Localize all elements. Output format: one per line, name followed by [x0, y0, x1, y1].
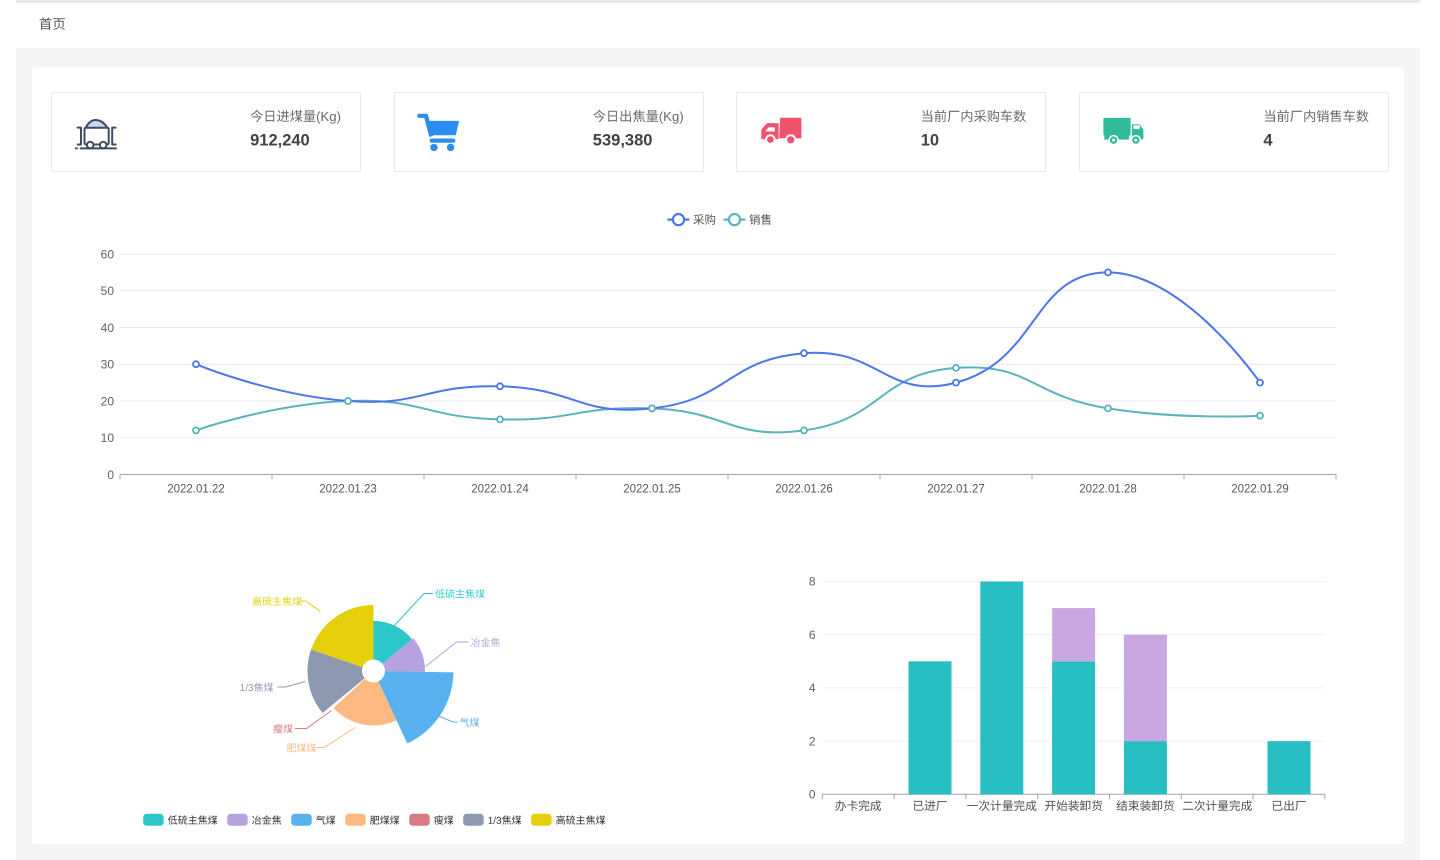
svg-text:50: 50: [101, 284, 115, 298]
svg-text:10: 10: [921, 132, 939, 150]
svg-text:2022.01.29: 2022.01.29: [1231, 483, 1289, 495]
svg-text:0: 0: [809, 788, 816, 802]
svg-text:2022.01.28: 2022.01.28: [1079, 483, 1137, 495]
svg-text:60: 60: [101, 247, 115, 261]
svg-text:10: 10: [101, 431, 115, 445]
svg-text:8: 8: [809, 575, 816, 589]
svg-text:30: 30: [101, 358, 115, 372]
svg-text:2: 2: [809, 734, 816, 748]
svg-text:912,240: 912,240: [250, 132, 310, 150]
svg-text:4: 4: [809, 681, 816, 695]
svg-text:40: 40: [101, 321, 115, 335]
svg-text:2022.01.24: 2022.01.24: [471, 483, 529, 495]
svg-text:2022.01.23: 2022.01.23: [319, 483, 377, 495]
svg-text:20: 20: [101, 394, 115, 408]
svg-text:2022.01.26: 2022.01.26: [775, 483, 833, 495]
svg-text:0: 0: [107, 468, 114, 482]
svg-text:539,380: 539,380: [593, 132, 653, 150]
svg-text:2022.01.22: 2022.01.22: [167, 483, 225, 495]
svg-text:2022.01.27: 2022.01.27: [927, 483, 985, 495]
svg-text:2022.01.25: 2022.01.25: [623, 483, 681, 495]
svg-text:4: 4: [1263, 132, 1273, 150]
svg-text:6: 6: [809, 628, 816, 642]
